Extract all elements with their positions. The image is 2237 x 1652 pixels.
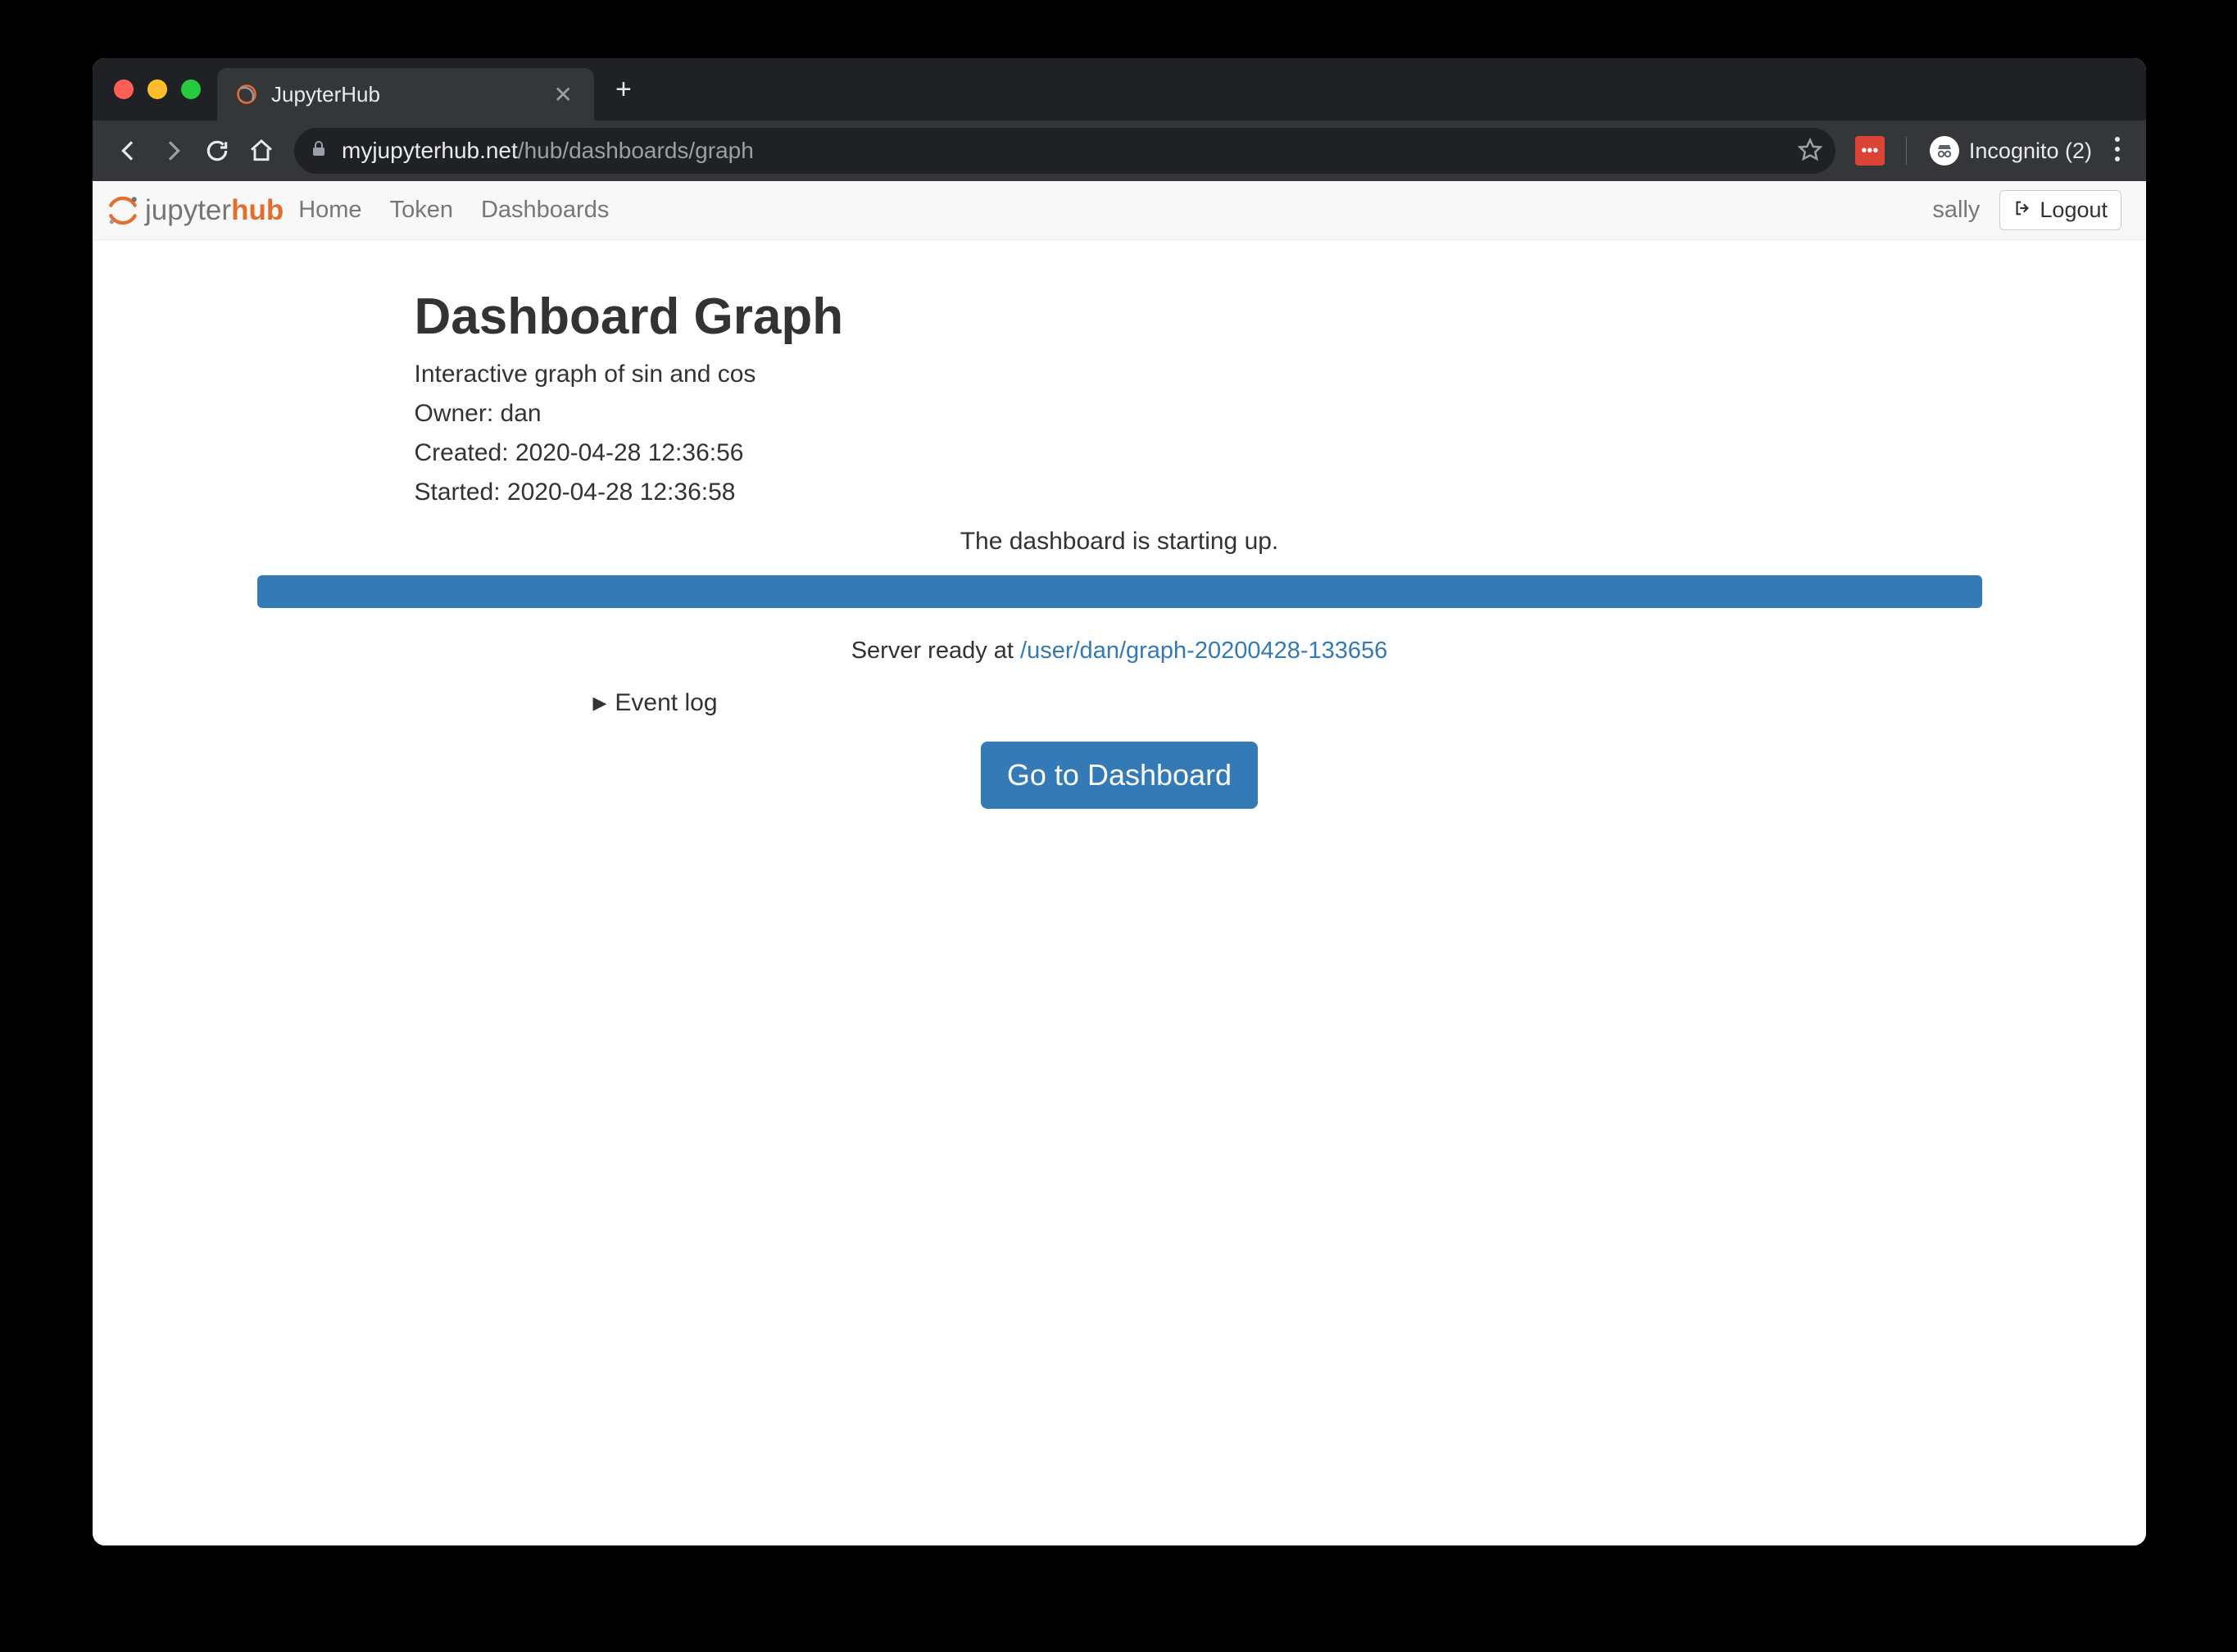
jupyterhub-navbar: jupyterhub Home Token Dashboards sally L… bbox=[93, 181, 2146, 240]
bookmark-star-icon[interactable] bbox=[1798, 137, 1822, 166]
minimize-window-button[interactable] bbox=[147, 79, 167, 99]
logout-icon bbox=[2013, 197, 2031, 223]
event-log-toggle[interactable]: ▶ Event log bbox=[593, 689, 2031, 717]
lock-icon bbox=[309, 139, 329, 163]
nav-home[interactable]: Home bbox=[298, 197, 361, 224]
url-host: myjupyterhub.net bbox=[342, 138, 518, 163]
logout-button[interactable]: Logout bbox=[1999, 190, 2121, 230]
server-ready-prefix: Server ready at bbox=[851, 638, 1020, 664]
maximize-window-button[interactable] bbox=[181, 79, 201, 99]
server-ready-line: Server ready at /user/dan/graph-20200428… bbox=[208, 638, 2031, 665]
incognito-icon bbox=[1930, 136, 1959, 166]
toolbar-divider bbox=[1906, 137, 1907, 165]
nav-dashboards[interactable]: Dashboards bbox=[481, 197, 609, 224]
incognito-indicator[interactable]: Incognito (2) bbox=[1923, 136, 2099, 166]
new-tab-button[interactable]: + bbox=[594, 74, 653, 106]
status-message: The dashboard is starting up. bbox=[208, 528, 2031, 556]
dashboard-header: Dashboard Graph Interactive graph of sin… bbox=[208, 288, 2031, 506]
tab-title: JupyterHub bbox=[271, 82, 536, 107]
dashboard-started: Started: 2020-04-28 12:36:58 bbox=[415, 479, 2031, 506]
nav-menu: Home Token Dashboards bbox=[298, 197, 609, 224]
titlebar: JupyterHub ✕ + bbox=[93, 58, 2146, 120]
url-path: /hub/dashboards/graph bbox=[518, 138, 754, 163]
dashboard-owner: Owner: dan bbox=[415, 400, 2031, 428]
address-bar: myjupyterhub.net/hub/dashboards/graph ••… bbox=[93, 120, 2146, 181]
close-window-button[interactable] bbox=[114, 79, 134, 99]
dashboard-description: Interactive graph of sin and cos bbox=[415, 361, 2031, 388]
go-to-dashboard-button[interactable]: Go to Dashboard bbox=[981, 742, 1258, 809]
main-content: Dashboard Graph Interactive graph of sin… bbox=[93, 240, 2146, 809]
url-text: myjupyterhub.net/hub/dashboards/graph bbox=[342, 138, 1785, 164]
window-controls bbox=[93, 58, 201, 120]
logo-mark-icon bbox=[106, 193, 140, 228]
page-content: jupyterhub Home Token Dashboards sally L… bbox=[93, 181, 2146, 1545]
event-log-label: Event log bbox=[615, 689, 717, 717]
username: sally bbox=[1932, 197, 1980, 224]
logout-label: Logout bbox=[2040, 197, 2108, 223]
forward-button[interactable] bbox=[155, 133, 191, 169]
dashboard-created: Created: 2020-04-28 12:36:56 bbox=[415, 439, 2031, 467]
server-ready-link[interactable]: /user/dan/graph-20200428-133656 bbox=[1020, 638, 1387, 664]
logo-wordmark: jupyterhub bbox=[145, 194, 284, 227]
reload-button[interactable] bbox=[199, 133, 235, 169]
jupyterhub-logo[interactable]: jupyterhub bbox=[106, 193, 284, 228]
disclosure-triangle-icon: ▶ bbox=[593, 692, 607, 714]
browser-window: JupyterHub ✕ + myjupyterhub.net/hub/dash… bbox=[93, 58, 2146, 1545]
tab-favicon bbox=[235, 83, 258, 106]
nav-token[interactable]: Token bbox=[390, 197, 453, 224]
tab-close-icon[interactable]: ✕ bbox=[549, 81, 578, 108]
extension-icon[interactable]: ••• bbox=[1855, 136, 1885, 166]
back-button[interactable] bbox=[111, 133, 147, 169]
nav-right: sally Logout bbox=[1932, 190, 2121, 230]
dashboard-title: Dashboard Graph bbox=[415, 288, 2031, 346]
url-field[interactable]: myjupyterhub.net/hub/dashboards/graph bbox=[294, 128, 1835, 174]
browser-menu-button[interactable] bbox=[2107, 136, 2128, 166]
incognito-label: Incognito (2) bbox=[1969, 138, 2092, 164]
progress-bar bbox=[257, 575, 1982, 608]
browser-tab[interactable]: JupyterHub ✕ bbox=[217, 68, 594, 120]
home-button[interactable] bbox=[243, 133, 279, 169]
